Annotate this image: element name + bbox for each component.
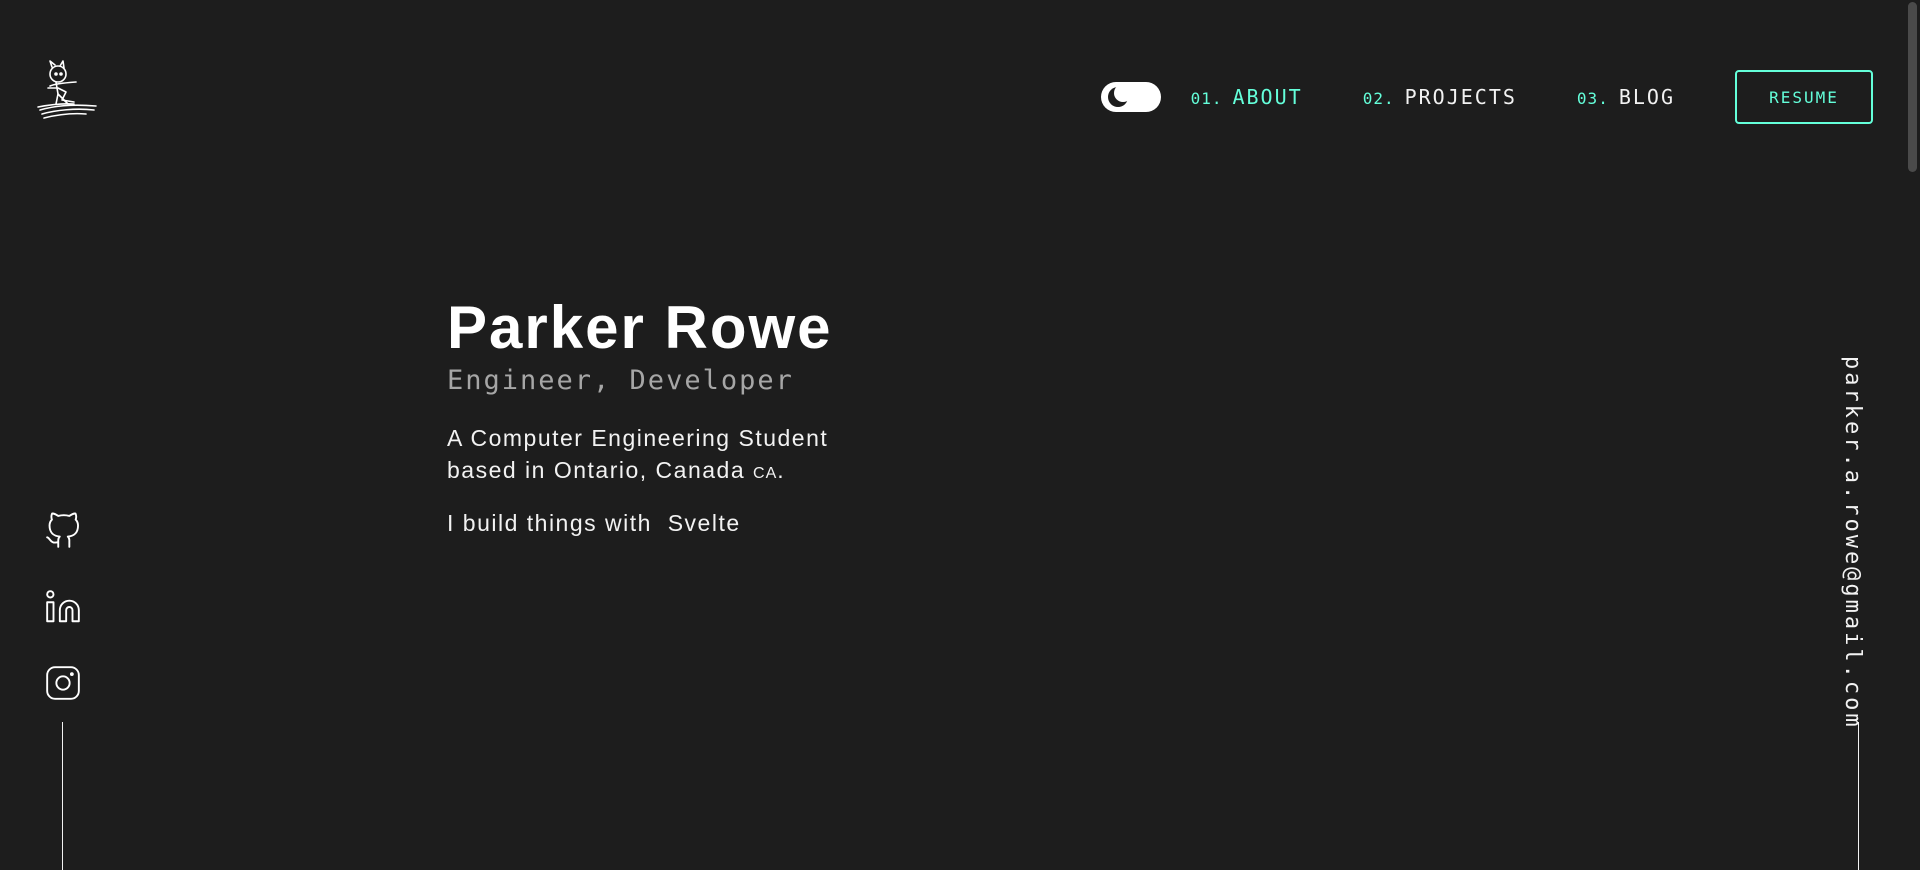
social-links	[44, 512, 82, 702]
nav-about[interactable]: 01. ABOUT	[1191, 85, 1303, 109]
nav-projects[interactable]: 02. PROJECTS	[1363, 85, 1517, 109]
nav-about-label: ABOUT	[1232, 85, 1303, 109]
instagram-icon[interactable]	[44, 664, 82, 702]
hero-bio-line2: based in Ontario, Canada	[447, 457, 746, 483]
scrollbar-thumb[interactable]	[1908, 2, 1917, 172]
linkedin-icon[interactable]	[44, 588, 82, 626]
hero-bio-period: .	[777, 457, 786, 483]
hero-build: I build things with Svelte	[447, 510, 833, 537]
hero-section: Parker Rowe Engineer, Developer A Comput…	[447, 292, 833, 537]
hero-subtitle: Engineer, Developer	[447, 365, 794, 396]
main-nav: 01. ABOUT 02. PROJECTS 03. BLOG RESUME	[1100, 67, 1873, 127]
hero-bio-line1: A Computer Engineering Student	[447, 425, 829, 451]
nav-about-number: 01.	[1190, 89, 1223, 108]
resume-button[interactable]: RESUME	[1735, 70, 1873, 124]
scrollbar[interactable]	[1903, 0, 1920, 870]
nav-projects-number: 02.	[1362, 89, 1395, 108]
country-code: CA	[753, 465, 778, 482]
nav-blog-label: BLOG	[1618, 85, 1675, 109]
hero-build-text: I build things with	[447, 510, 652, 536]
nav-blog[interactable]: 03. BLOG	[1577, 85, 1675, 109]
hero-build-tech: Svelte	[667, 510, 741, 536]
hero-name: Parker Rowe	[447, 294, 833, 361]
right-divider-line	[1858, 722, 1859, 870]
nav-projects-label: PROJECTS	[1404, 85, 1517, 109]
hero-bio: A Computer Engineering Student based in …	[447, 422, 833, 490]
stick-figure-logo-icon[interactable]	[36, 58, 104, 126]
moon-icon	[1107, 84, 1132, 108]
page: 01. ABOUT 02. PROJECTS 03. BLOG RESUME P…	[0, 0, 1920, 870]
github-icon[interactable]	[44, 512, 82, 550]
nav-blog-number: 03.	[1576, 89, 1609, 108]
left-divider-line	[62, 722, 63, 870]
email-link[interactable]: parker.a.rowe@gmail.com	[1840, 356, 1865, 730]
theme-toggle[interactable]	[1100, 82, 1161, 112]
